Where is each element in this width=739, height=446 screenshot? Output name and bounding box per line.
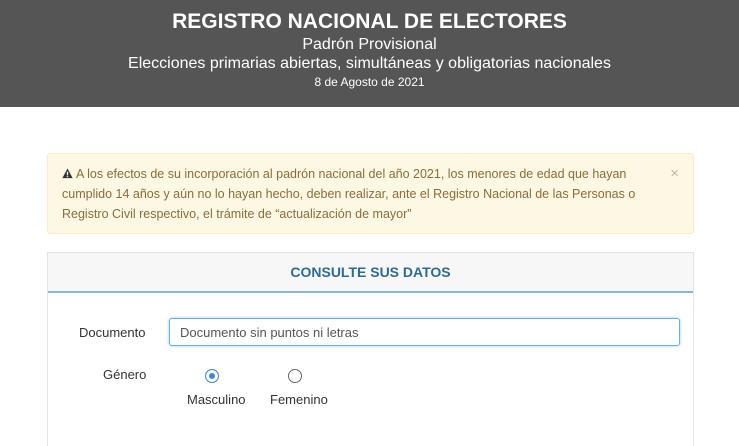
genero-option-masculino-label[interactable]: Masculino — [187, 392, 246, 407]
page-header: REGISTRO NACIONAL DE ELECTORES Padrón Pr… — [0, 0, 739, 107]
election-date: 8 de Agosto de 2021 — [314, 75, 425, 89]
page-title: REGISTRO NACIONAL DE ELECTORES — [172, 10, 567, 33]
election-name: Elecciones primarias abiertas, simultáne… — [128, 55, 611, 72]
genero-option-femenino-label[interactable]: Femenino — [270, 392, 328, 407]
alert-text: A los efectos de su incorporación al pad… — [62, 167, 636, 221]
genero-label: Género — [103, 367, 147, 382]
consult-panel: CONSULTE SUS DATOS Documento Género Masc… — [47, 252, 694, 446]
page-subtitle: Padrón Provisional — [302, 36, 437, 53]
documento-input[interactable] — [169, 318, 680, 346]
close-icon[interactable]: × — [670, 166, 679, 181]
genero-radio-femenino[interactable] — [288, 369, 302, 383]
warning-alert: A los efectos de su incorporación al pad… — [47, 153, 694, 234]
documento-label: Documento — [79, 325, 146, 340]
genero-radio-masculino[interactable] — [205, 369, 219, 383]
panel-heading: CONSULTE SUS DATOS — [48, 253, 693, 293]
warning-icon — [62, 168, 73, 179]
